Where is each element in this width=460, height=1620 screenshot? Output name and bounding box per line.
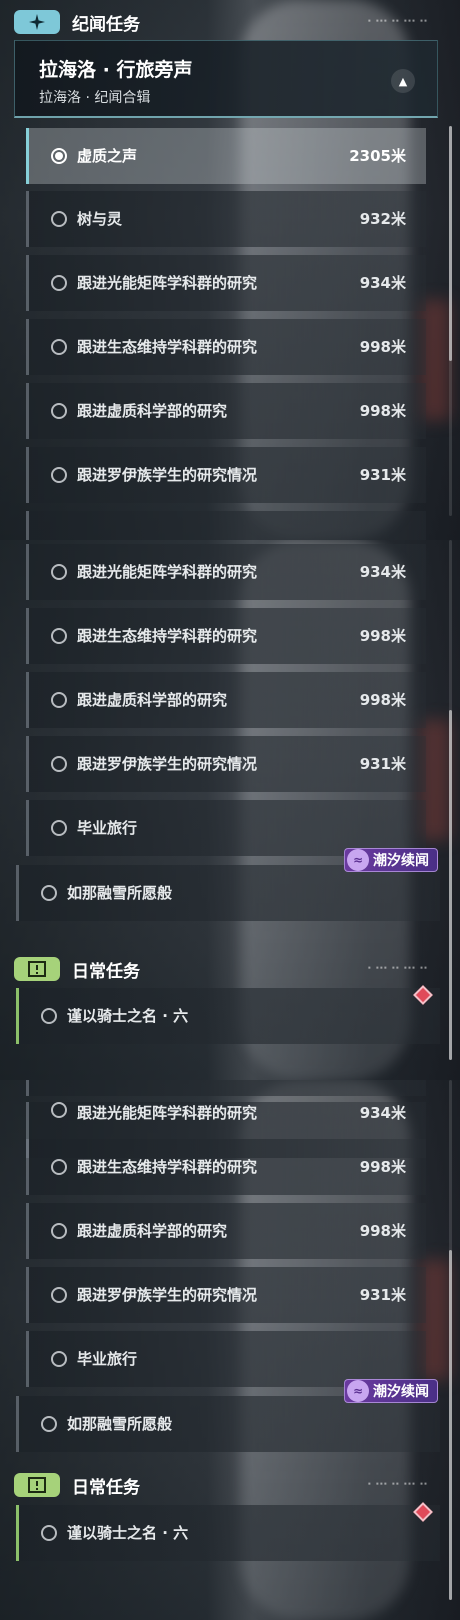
quest-distance: 931米	[359, 1286, 406, 1304]
radio-icon	[41, 885, 57, 901]
daily-quest-row[interactable]: 谨以骑士之名 · 六	[16, 1505, 440, 1561]
quest-panel-2: 跟进光能矩阵学科群的研究 934米 跟进生态维持学科群的研究 998米 跟进虚质…	[0, 540, 460, 1080]
category-title: 日常任务	[72, 1477, 140, 1498]
quest-distance: 998米	[359, 1222, 406, 1240]
quest-row-standalone[interactable]: 如那融雪所愿般	[16, 1396, 440, 1452]
quest-row[interactable]: 跟进罗伊族学生的研究情况 931米	[26, 447, 426, 503]
daily-quest-row[interactable]: 谨以骑士之名 · 六	[16, 988, 440, 1044]
quest-distance: 998米	[359, 1158, 406, 1176]
quest-distance: 998米	[359, 627, 406, 645]
quest-name: 毕业旅行	[77, 819, 138, 837]
category-header-daily[interactable]: 日常任务 ▪ ▪▪▪ ▪▪ ▪▪▪ ▪▪	[14, 1473, 438, 1498]
quest-row-partial[interactable]	[26, 511, 426, 540]
quest-distance: 932米	[359, 210, 406, 228]
category-title: 纪闻任务	[72, 14, 140, 35]
radio-icon	[51, 211, 67, 227]
quest-name: 虚质之声	[77, 147, 138, 165]
quest-name: 谨以骑士之名 · 六	[67, 1524, 189, 1542]
scrollbar[interactable]	[449, 1080, 452, 1600]
quest-panel-3: 跟进光能矩阵学科群的研究 934米 跟进生态维持学科群的研究 998米 跟进虚质…	[0, 1080, 460, 1620]
radio-icon	[51, 1223, 67, 1239]
quest-row[interactable]: 跟进光能矩阵学科群的研究 934米	[26, 255, 426, 311]
quest-name: 跟进光能矩阵学科群的研究	[77, 274, 258, 292]
quest-panel-1: 纪闻任务 ▪ ▪▪▪ ▪▪ ▪▪▪ ▪▪ 拉海洛 · 行旅旁声 拉海洛 · 纪闻…	[0, 0, 460, 540]
quest-distance: 998米	[359, 402, 406, 420]
tide-icon: ≈	[347, 1380, 369, 1402]
quest-name: 如那融雪所愿般	[67, 1415, 173, 1433]
quest-distance: 998米	[359, 338, 406, 356]
quest-name: 跟进虚质科学部的研究	[77, 1222, 228, 1240]
quest-name: 跟进生态维持学科群的研究	[77, 627, 258, 645]
radio-icon	[51, 1287, 67, 1303]
tag-label: 潮汐续闻	[373, 853, 429, 869]
exclamation-icon	[14, 1473, 60, 1497]
scrollbar[interactable]	[449, 126, 452, 516]
quest-row[interactable]: 跟进虚质科学部的研究 998米	[26, 672, 426, 728]
sparkle-icon	[14, 10, 60, 34]
quest-title: 拉海洛 · 行旅旁声	[39, 59, 193, 81]
tag-label: 潮汐续闻	[373, 1384, 429, 1400]
radio-icon	[41, 1008, 57, 1024]
tide-icon: ≈	[347, 849, 369, 871]
scrollbar[interactable]	[449, 540, 452, 1060]
radio-icon	[51, 564, 67, 580]
radio-selected-icon	[51, 148, 67, 164]
exclamation-icon	[14, 957, 60, 981]
quest-distance: 2305米	[349, 147, 406, 165]
radio-icon	[51, 1351, 67, 1367]
quest-row-partial[interactable]	[26, 1080, 426, 1096]
quest-name: 跟进罗伊族学生的研究情况	[77, 1286, 258, 1304]
category-title: 日常任务	[72, 961, 140, 982]
quest-row[interactable]: 跟进罗伊族学生的研究情况 931米	[26, 1267, 426, 1323]
tidal-sequel-tag: ≈ 潮汐续闻	[344, 848, 438, 872]
quest-name: 跟进光能矩阵学科群的研究	[77, 563, 258, 581]
tidal-sequel-tag: ≈ 潮汐续闻	[344, 1379, 438, 1403]
quest-subtitle: 拉海洛 · 纪闻合辑	[39, 90, 151, 106]
quest-row[interactable]: 跟进虚质科学部的研究 998米	[26, 1203, 426, 1259]
quest-row-standalone[interactable]: 如那融雪所愿般	[16, 865, 440, 921]
quest-row[interactable]: 跟进罗伊族学生的研究情况 931米	[26, 736, 426, 792]
quest-distance: 934米	[359, 1104, 406, 1122]
radio-icon	[51, 467, 67, 483]
radio-icon	[51, 339, 67, 355]
radio-icon	[51, 692, 67, 708]
quest-name: 谨以骑士之名 · 六	[67, 1007, 189, 1025]
radio-icon	[51, 628, 67, 644]
radio-icon	[51, 756, 67, 772]
collapse-arrow-icon[interactable]: ▲	[391, 69, 415, 93]
radio-icon	[51, 275, 67, 291]
quest-name: 跟进虚质科学部的研究	[77, 691, 228, 709]
quest-name: 跟进生态维持学科群的研究	[77, 1158, 258, 1176]
quest-name: 如那融雪所愿般	[67, 884, 173, 902]
radio-icon	[51, 1159, 67, 1175]
quest-row[interactable]: 树与灵 932米	[26, 191, 426, 247]
quest-distance: 934米	[359, 274, 406, 292]
quest-name: 跟进虚质科学部的研究	[77, 402, 228, 420]
quest-name: 跟进光能矩阵学科群的研究	[77, 1104, 258, 1122]
quest-row[interactable]: 跟进生态维持学科群的研究 998米	[26, 1139, 426, 1195]
quest-row[interactable]: 跟进虚质科学部的研究 998米	[26, 383, 426, 439]
quest-row[interactable]: 虚质之声 2305米	[26, 128, 426, 184]
category-header-daily[interactable]: 日常任务 ▪ ▪▪▪ ▪▪ ▪▪▪ ▪▪	[14, 957, 438, 982]
radio-icon	[51, 1102, 67, 1118]
quest-distance: 934米	[359, 563, 406, 581]
category-header-chronicle[interactable]: 纪闻任务 ▪ ▪▪▪ ▪▪ ▪▪▪ ▪▪	[14, 10, 438, 35]
quest-distance: 931米	[359, 466, 406, 484]
radio-icon	[51, 403, 67, 419]
quest-row[interactable]: 跟进生态维持学科群的研究 998米	[26, 608, 426, 664]
quest-distance: 931米	[359, 755, 406, 773]
quest-row[interactable]: 跟进光能矩阵学科群的研究 934米	[26, 544, 426, 600]
radio-icon	[51, 820, 67, 836]
selected-quest-card[interactable]: 拉海洛 · 行旅旁声 拉海洛 · 纪闻合辑 ▲	[14, 40, 438, 118]
quest-distance: 998米	[359, 691, 406, 709]
radio-icon	[41, 1525, 57, 1541]
quest-name: 跟进罗伊族学生的研究情况	[77, 755, 258, 773]
quest-name: 跟进罗伊族学生的研究情况	[77, 466, 258, 484]
radio-icon	[41, 1416, 57, 1432]
quest-name: 跟进生态维持学科群的研究	[77, 338, 258, 356]
quest-name: 树与灵	[77, 210, 123, 228]
quest-name: 毕业旅行	[77, 1350, 138, 1368]
quest-row[interactable]: 跟进生态维持学科群的研究 998米	[26, 319, 426, 375]
